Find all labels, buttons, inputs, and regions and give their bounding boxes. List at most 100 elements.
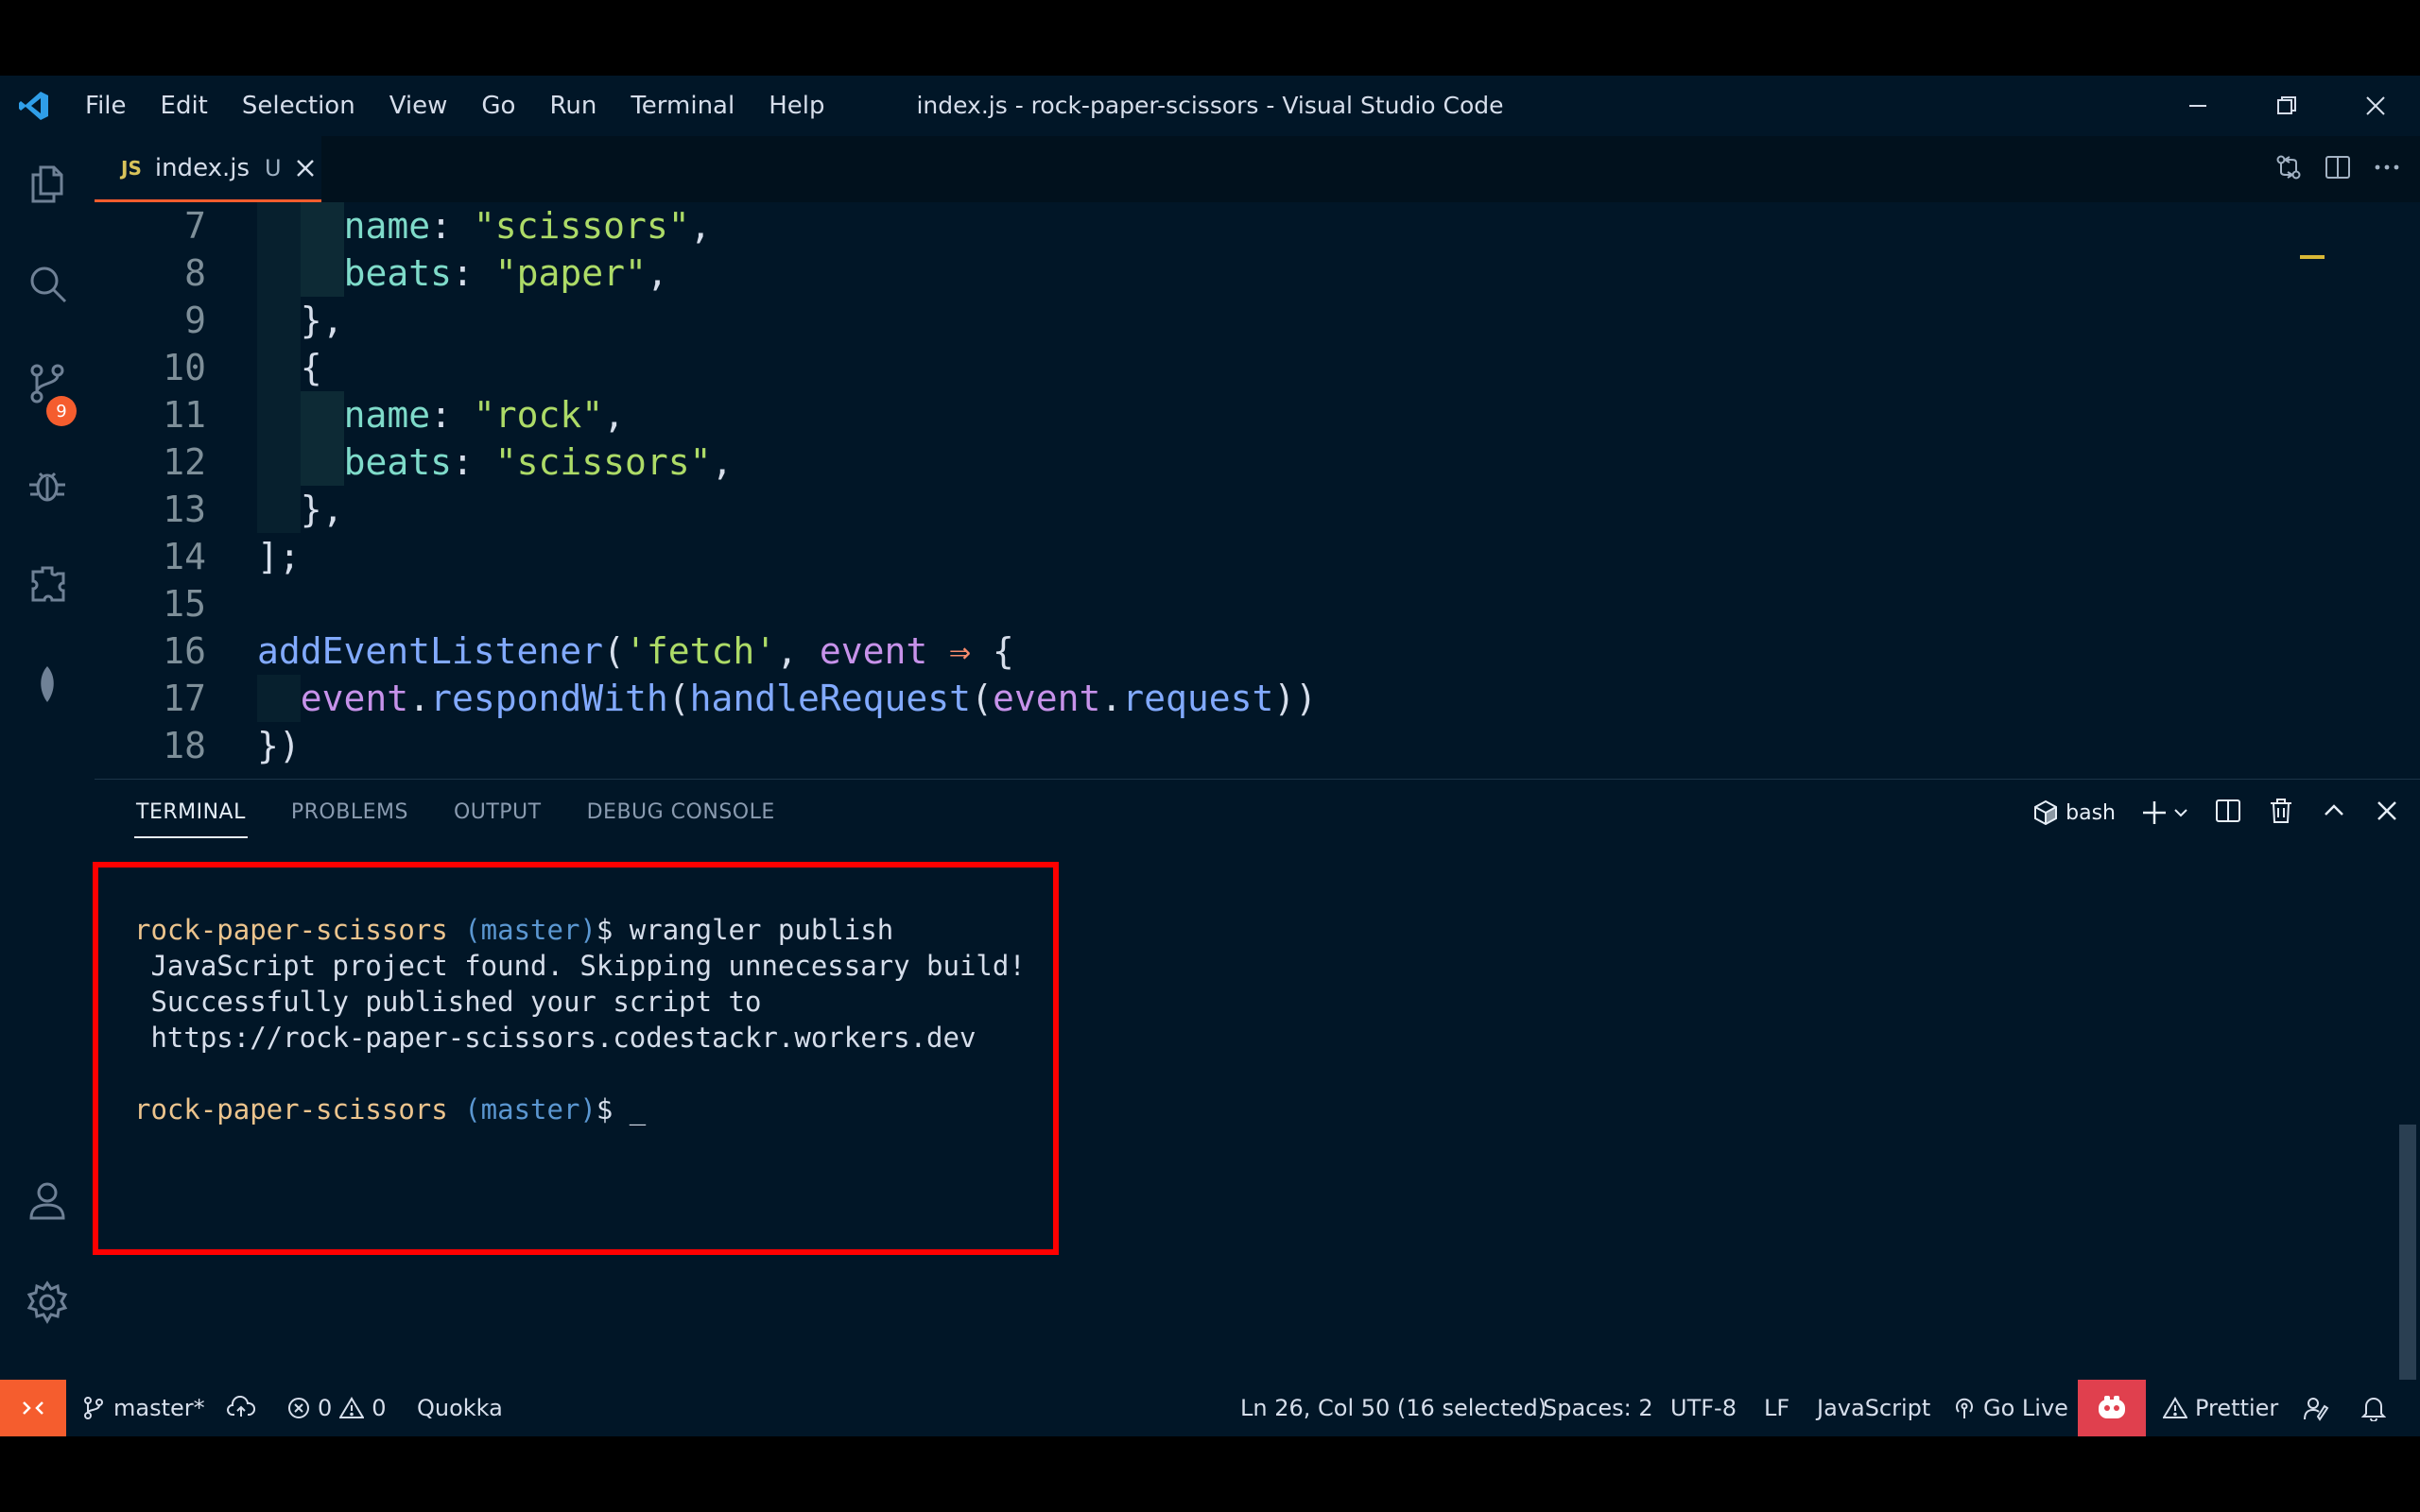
maximize-panel-chevron-up-icon[interactable] [2320,797,2348,829]
prettier-status[interactable]: Prettier [2163,1380,2278,1436]
code-line: 9}, [95,297,2420,344]
tab-debug-console[interactable]: DEBUG CONSOLE [587,780,775,846]
code-token: }, [300,489,344,530]
menu-file[interactable]: File [68,76,144,136]
more-actions-icon[interactable] [2373,153,2401,185]
code-token: ( [603,630,625,672]
menu-edit[interactable]: Edit [144,76,225,136]
compare-changes-icon[interactable] [2274,153,2303,185]
code-line: 18}) [95,722,2420,769]
indent-guide [300,438,344,486]
cursor-position[interactable]: Ln 26, Col 50 (16 selected) [1240,1380,1547,1436]
terminal-shell-selector[interactable]: bash [2031,799,2116,827]
problems-status[interactable]: 0 0 [287,1380,387,1436]
code-token: { [971,630,1014,672]
code-token: request [1122,678,1274,719]
debug-icon[interactable] [0,437,95,531]
search-icon[interactable] [0,236,95,331]
feedback-icon[interactable] [2303,1380,2329,1436]
panel-tabs: TERMINAL PROBLEMS OUTPUT DEBUG CONSOLE [95,780,821,846]
bottom-panel: TERMINAL PROBLEMS OUTPUT DEBUG CONSOLE bash [95,779,2420,1380]
activity-bar: 9 [0,136,95,1380]
code-line: 14]; [95,533,2420,580]
prompt-directory: rock-paper-scissors [134,914,448,946]
error-icon [288,1398,309,1418]
quokka-status[interactable]: Quokka [417,1380,503,1436]
code-text: event.respondWith(handleRequest(event.re… [301,675,1317,722]
line-number: 10 [163,347,206,388]
close-window-button[interactable] [2331,76,2420,136]
tab-terminal[interactable]: TERMINAL [134,780,248,846]
eol-status[interactable]: LF [1764,1380,1789,1436]
tab-problems[interactable]: PROBLEMS [291,780,408,846]
source-control-icon[interactable]: 9 [0,336,95,431]
account-icon[interactable] [0,1153,95,1247]
terminal-output[interactable]: rock-paper-scissors (master)$ wrangler p… [134,912,1026,1127]
indent-guide [300,202,344,249]
code-editor[interactable]: 7 name: "scissors", 8 beats: "paper", 9}, 10{… [95,202,2420,779]
bash-cube-icon [2034,799,2058,826]
kill-terminal-trash-icon[interactable] [2267,797,2295,829]
code-token: , [711,441,734,483]
restore-button[interactable] [2242,76,2331,136]
code-text: name: "rock", [344,391,625,438]
language-mode[interactable]: JavaScript [1817,1380,1930,1436]
code-token: "paper" [494,252,647,294]
tab-output[interactable]: OUTPUT [454,780,542,846]
menu-terminal[interactable]: Terminal [614,76,752,136]
prompt-symbol: $ [596,914,630,946]
code-token: ]; [257,536,301,577]
remote-indicator-button[interactable] [0,1380,66,1436]
line-number: 12 [163,441,206,483]
line-number: 13 [163,489,206,530]
minimize-button[interactable] [2153,76,2242,136]
code-token: handleRequest [689,678,972,719]
prettier-label: Prettier [2195,1395,2279,1421]
line-number: 9 [184,300,206,341]
split-terminal-icon[interactable] [2214,797,2242,829]
encoding-status[interactable]: UTF-8 [1670,1380,1737,1436]
sync-changes-icon[interactable] [227,1380,255,1436]
explorer-icon[interactable] [0,136,95,231]
code-text: ]; [257,533,301,580]
code-token: beats [343,252,452,294]
code-token: event [819,630,928,672]
menu-run[interactable]: Run [532,76,614,136]
broadcast-icon [1956,1398,1973,1418]
terminal-output-line: Successfully published your script to [134,986,762,1018]
line-number: 17 [163,678,206,719]
code-token: ( [667,678,690,719]
gear-icon[interactable] [0,1255,95,1349]
copilot-icon[interactable] [2078,1380,2146,1436]
leaf-icon[interactable] [0,637,95,731]
indentation-status[interactable]: Spaces: 2 [1543,1380,1653,1436]
tab-index-js[interactable]: JS index.js U [95,136,321,202]
branch-status[interactable]: master* [81,1380,205,1436]
tab-close-icon[interactable] [295,158,316,179]
code-line: 16 addEventListener('fetch', event ⇒ { [95,627,2420,675]
indent-guide [257,202,301,249]
terminal-cursor: _ [629,1093,647,1125]
code-text: addEventListener('fetch', event ⇒ { [257,627,1014,675]
close-panel-icon[interactable] [2373,797,2401,829]
go-live-button[interactable]: Go Live [1953,1380,2068,1436]
notifications-bell-icon[interactable] [2361,1380,2386,1436]
remote-icon [23,1401,43,1415]
menu-selection[interactable]: Selection [225,76,372,136]
menu-go[interactable]: Go [464,76,532,136]
extensions-icon[interactable] [0,537,95,631]
menu-view[interactable]: View [372,76,465,136]
code-token: )) [1273,678,1318,719]
indent-guide [257,675,301,722]
menu-help[interactable]: Help [752,76,841,136]
indent-guide [257,297,301,344]
line-number: 16 [163,630,206,672]
code-token: "scissors" [494,441,712,483]
code-token: event [992,678,1101,719]
code-token: : [451,252,495,294]
code-token: . [408,678,431,719]
new-terminal-button[interactable] [2140,799,2189,827]
code-token: , [689,205,712,247]
split-editor-icon[interactable] [2324,153,2352,185]
